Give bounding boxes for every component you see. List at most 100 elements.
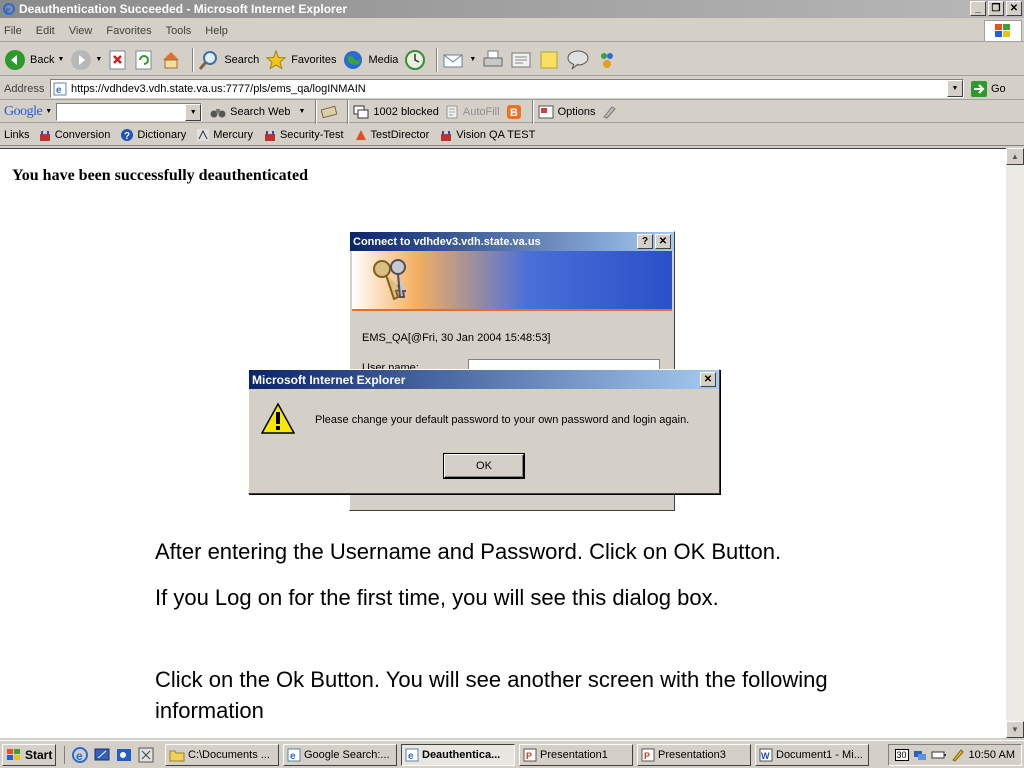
go-button[interactable]: Go — [970, 80, 1006, 98]
scroll-up-button[interactable]: ▲ — [1006, 148, 1024, 165]
svg-text:e: e — [408, 751, 414, 762]
network-icon[interactable] — [913, 748, 927, 762]
menu-view[interactable]: View — [69, 25, 93, 37]
alert-titlebar[interactable]: Microsoft Internet Explorer ✕ — [249, 370, 719, 389]
auth-realm: EMS_QA[@Fri, 30 Jan 2004 15:48:53] — [362, 332, 551, 344]
menu-favorites[interactable]: Favorites — [106, 25, 151, 37]
link-testdirector[interactable]: TestDirector — [354, 128, 430, 142]
chevron-down-icon[interactable]: ▼ — [298, 108, 305, 115]
chevron-down-icon[interactable]: ▼ — [469, 56, 476, 63]
link-label: Security-Test — [279, 128, 344, 141]
link-dictionary[interactable]: ? Dictionary — [120, 128, 186, 142]
link-label: TestDirector — [370, 128, 430, 141]
task-deauthentication[interactable]: e Deauthentica... — [401, 743, 515, 766]
search-button[interactable]: Search — [198, 47, 259, 73]
app-icon[interactable] — [137, 746, 155, 764]
clock[interactable]: 10:50 AM — [969, 749, 1015, 761]
google-search-dropdown-icon[interactable]: ▼ — [185, 103, 202, 121]
sticky-note-icon — [540, 51, 558, 68]
link-vision-qa-test[interactable]: Vision QA TEST — [439, 128, 535, 142]
forward-button[interactable]: ▼ — [70, 47, 102, 73]
window-titlebar[interactable]: e Deauthentication Succeeded - Microsoft… — [0, 0, 1024, 18]
close-button[interactable]: ✕ — [1006, 1, 1022, 16]
powerpoint-icon: P — [523, 748, 537, 761]
standard-toolbar: Back ▼ ▼ Search Favorites Media ▼ — [0, 44, 1024, 76]
menu-help[interactable]: Help — [205, 25, 228, 37]
edit-button[interactable] — [510, 47, 532, 73]
star-icon — [265, 49, 287, 70]
mail-button[interactable]: ▼ — [442, 47, 476, 73]
close-button[interactable]: ✕ — [700, 372, 716, 387]
menu-file[interactable]: File — [4, 25, 22, 37]
stop-icon — [109, 50, 126, 69]
autofill-button[interactable]: AutoFill — [445, 99, 500, 125]
autofill-icon — [446, 105, 458, 118]
blogger-button[interactable]: B — [506, 99, 522, 125]
address-label: Address — [4, 82, 45, 95]
media-button[interactable]: Media — [342, 47, 398, 73]
highlight-button[interactable] — [601, 99, 617, 125]
print-button[interactable] — [482, 47, 504, 73]
menu-edit[interactable]: Edit — [36, 25, 55, 37]
menu-tools[interactable]: Tools — [166, 25, 192, 37]
ie-icon: e — [287, 748, 301, 762]
show-desktop-icon[interactable] — [93, 746, 111, 764]
google-logo[interactable]: Google — [4, 104, 43, 120]
link-label: Mercury — [213, 128, 253, 141]
google-search-input[interactable]: ▼ — [56, 102, 203, 121]
notes-button[interactable] — [538, 47, 560, 73]
connect-dialog-titlebar[interactable]: Connect to vdhdev3.vdh.state.va.us ? ✕ — [350, 232, 674, 251]
address-dropdown-icon[interactable]: ▼ — [947, 80, 963, 97]
popup-blocker-button[interactable]: 1002 blocked — [353, 99, 439, 125]
pen-icon[interactable] — [951, 748, 965, 762]
refresh-button[interactable] — [134, 47, 154, 73]
pagerank-button[interactable] — [321, 99, 338, 125]
stop-button[interactable] — [108, 47, 128, 73]
ie-icon[interactable]: e — [71, 746, 89, 764]
close-button[interactable]: ✕ — [655, 234, 671, 249]
favorites-button[interactable]: Favorites — [265, 47, 336, 73]
link-security-test[interactable]: Security-Test — [263, 128, 344, 142]
ok-button[interactable]: OK — [444, 454, 524, 478]
vertical-scrollbar[interactable]: ▲ ▼ — [1006, 148, 1024, 738]
history-button[interactable] — [404, 47, 426, 73]
battery-icon[interactable] — [931, 750, 947, 760]
link-mercury[interactable]: Mercury — [196, 128, 253, 142]
minimize-button[interactable]: _ — [970, 1, 986, 16]
scroll-down-button[interactable]: ▼ — [1006, 721, 1024, 738]
printer-icon — [483, 50, 503, 66]
task-label: Deauthentica... — [422, 748, 501, 761]
chevron-down-icon[interactable]: ▼ — [45, 108, 52, 115]
instruction-text-1: After entering the Username and Password… — [155, 539, 782, 564]
task-presentation3[interactable]: P Presentation3 — [637, 743, 751, 766]
task-label: Google Search:... — [304, 748, 390, 761]
task-documents[interactable]: C:\Documents ... — [165, 743, 279, 766]
media-label: Media — [368, 53, 399, 66]
task-presentation1[interactable]: P Presentation1 — [519, 743, 633, 766]
messenger-button[interactable] — [596, 47, 618, 73]
outlook-icon[interactable] — [115, 746, 133, 764]
task-label: Document1 - Mi... — [776, 748, 863, 761]
task-google-search[interactable]: e Google Search:... — [283, 743, 397, 766]
blocked-count: 1002 blocked — [373, 105, 439, 118]
search-web-button[interactable]: Search Web ▼ — [210, 99, 305, 125]
help-button[interactable]: ? — [637, 234, 653, 249]
restore-button[interactable]: ❐ — [988, 1, 1004, 16]
options-button[interactable]: Options — [538, 99, 595, 125]
link-conversion[interactable]: Conversion — [38, 128, 110, 142]
address-input[interactable]: e https://vdhdev3.vdh.state.va.us:7777/p… — [50, 79, 964, 98]
links-label: Links — [4, 128, 30, 141]
home-button[interactable] — [160, 47, 182, 73]
task-document1[interactable]: W Document1 - Mi... — [755, 743, 869, 766]
start-label: Start — [25, 747, 53, 762]
windows-logo-icon — [984, 20, 1022, 42]
calendar-icon[interactable]: 30 — [894, 749, 909, 761]
chevron-down-icon[interactable]: ▼ — [57, 56, 64, 63]
chevron-down-icon[interactable]: ▼ — [95, 56, 102, 63]
task-label: C:\Documents ... — [188, 748, 270, 761]
start-button[interactable]: Start — [2, 743, 56, 766]
discuss-button[interactable] — [566, 47, 590, 73]
back-button[interactable]: Back ▼ — [4, 47, 64, 73]
svg-text:e: e — [6, 5, 11, 16]
quick-launch: e — [64, 745, 155, 764]
